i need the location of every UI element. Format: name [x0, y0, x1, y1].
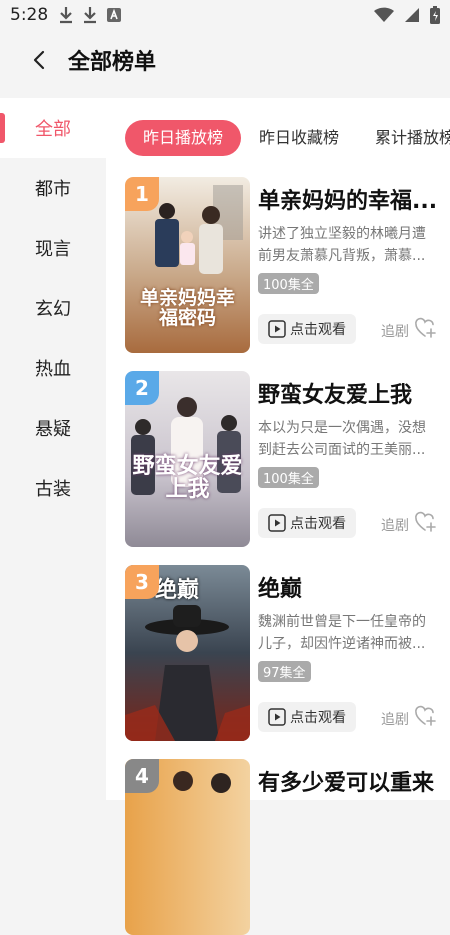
rank-badge: 4 — [125, 759, 159, 793]
follow-label[interactable]: 追剧 — [381, 515, 409, 535]
list-item[interactable]: 绝巅 3 绝巅 魏渊前世曾是下一任皇帝的儿子，却因忤逆诸神而被... 97集全 … — [125, 565, 450, 741]
watch-button[interactable]: 点击观看 — [258, 702, 356, 732]
ranking-tabs: 昨日播放榜 昨日收藏榜 累计播放榜 — [125, 120, 450, 158]
download-icon — [84, 7, 96, 24]
notification-icons — [58, 6, 122, 24]
sidebar-item-action[interactable]: 热血 — [0, 338, 106, 398]
poster-title-text: 野蛮女友爱上我 — [132, 453, 243, 503]
system-icons — [374, 6, 440, 24]
watch-button-label: 点击观看 — [290, 322, 346, 338]
watch-button[interactable]: 点击观看 — [258, 314, 356, 344]
sidebar-item-costume[interactable]: 古装 — [0, 458, 106, 518]
download-icon — [60, 7, 72, 24]
poster-title-text: 绝巅 — [155, 577, 200, 603]
app-icon — [107, 8, 121, 22]
battery-icon — [430, 6, 440, 24]
sidebar-item-suspense[interactable]: 悬疑 — [0, 398, 106, 458]
tab-total-plays[interactable]: 累计播放榜 — [375, 120, 450, 156]
poster-title-text: 单亲妈妈幸福密码 — [139, 287, 235, 329]
app-header: 全部榜单 — [0, 30, 450, 90]
drama-poster[interactable]: 绝巅 3 — [125, 565, 250, 741]
drama-title[interactable]: 绝巅 — [258, 571, 443, 603]
heart-plus-icon[interactable] — [413, 511, 437, 533]
list-item[interactable]: 野蛮女友爱上我 2 野蛮女友爱上我 本以为只是一次偶遇，没想到赶去公司面试的王美… — [125, 371, 450, 547]
drama-poster[interactable]: 4 — [125, 759, 250, 935]
status-time: 5:28 — [10, 5, 49, 25]
signal-icon — [405, 8, 419, 22]
drama-poster[interactable]: 野蛮女友爱上我 2 — [125, 371, 250, 547]
tab-yesterday-favorites[interactable]: 昨日收藏榜 — [259, 120, 339, 156]
play-icon — [268, 320, 286, 338]
sidebar-item-modern-romance[interactable]: 现言 — [0, 218, 106, 278]
sidebar-item-all[interactable]: 全部 — [0, 98, 106, 158]
drama-title[interactable]: 野蛮女友爱上我 — [258, 377, 443, 409]
watch-button-label: 点击观看 — [290, 516, 346, 532]
watch-button-label: 点击观看 — [290, 710, 346, 726]
page-title: 全部榜单 — [68, 50, 157, 75]
drama-title[interactable]: 单亲妈妈的幸福... — [258, 183, 443, 215]
drama-poster[interactable]: 单亲妈妈幸福密码 1 — [125, 177, 250, 353]
rank-badge: 2 — [125, 371, 159, 405]
list-item[interactable]: 单亲妈妈幸福密码 1 单亲妈妈的幸福... 讲述了独立坚毅的林曦月遭前男友萧慕凡… — [125, 177, 450, 353]
category-sidebar: 全部 都市 现言 玄幻 热血 悬疑 古装 — [0, 98, 106, 800]
watch-button[interactable]: 点击观看 — [258, 508, 356, 538]
play-icon — [268, 514, 286, 532]
rank-badge: 1 — [125, 177, 159, 211]
sidebar-item-fantasy[interactable]: 玄幻 — [0, 278, 106, 338]
main-content: 全部 都市 现言 玄幻 热血 悬疑 古装 昨日播放榜 昨日收藏榜 累计播放榜 单… — [0, 98, 450, 935]
play-icon — [268, 708, 286, 726]
back-arrow-icon[interactable] — [28, 48, 52, 72]
episode-count-badge: 100集全 — [258, 273, 319, 294]
tab-yesterday-plays[interactable]: 昨日播放榜 — [125, 120, 242, 156]
wifi-icon — [374, 7, 394, 22]
follow-label[interactable]: 追剧 — [381, 321, 409, 341]
heart-plus-icon[interactable] — [413, 317, 437, 339]
heart-plus-icon[interactable] — [413, 705, 437, 727]
drama-description: 魏渊前世曾是下一任皇帝的儿子，却因忤逆诸神而被... — [258, 614, 426, 652]
rank-badge: 3 — [125, 565, 159, 599]
drama-title[interactable]: 有多少爱可以重来 — [258, 765, 443, 797]
drama-description: 讲述了独立坚毅的林曦月遭前男友萧慕凡背叛，萧慕... — [258, 226, 426, 264]
status-bar: 5:28 — [0, 0, 450, 30]
episode-count-badge: 100集全 — [258, 467, 319, 488]
sidebar-item-urban[interactable]: 都市 — [0, 158, 106, 218]
episode-count-badge: 97集全 — [258, 661, 311, 682]
drama-description: 本以为只是一次偶遇，没想到赶去公司面试的王美丽... — [258, 420, 426, 458]
follow-label[interactable]: 追剧 — [381, 709, 409, 729]
list-item[interactable]: 4 有多少爱可以重来 — [125, 759, 450, 935]
